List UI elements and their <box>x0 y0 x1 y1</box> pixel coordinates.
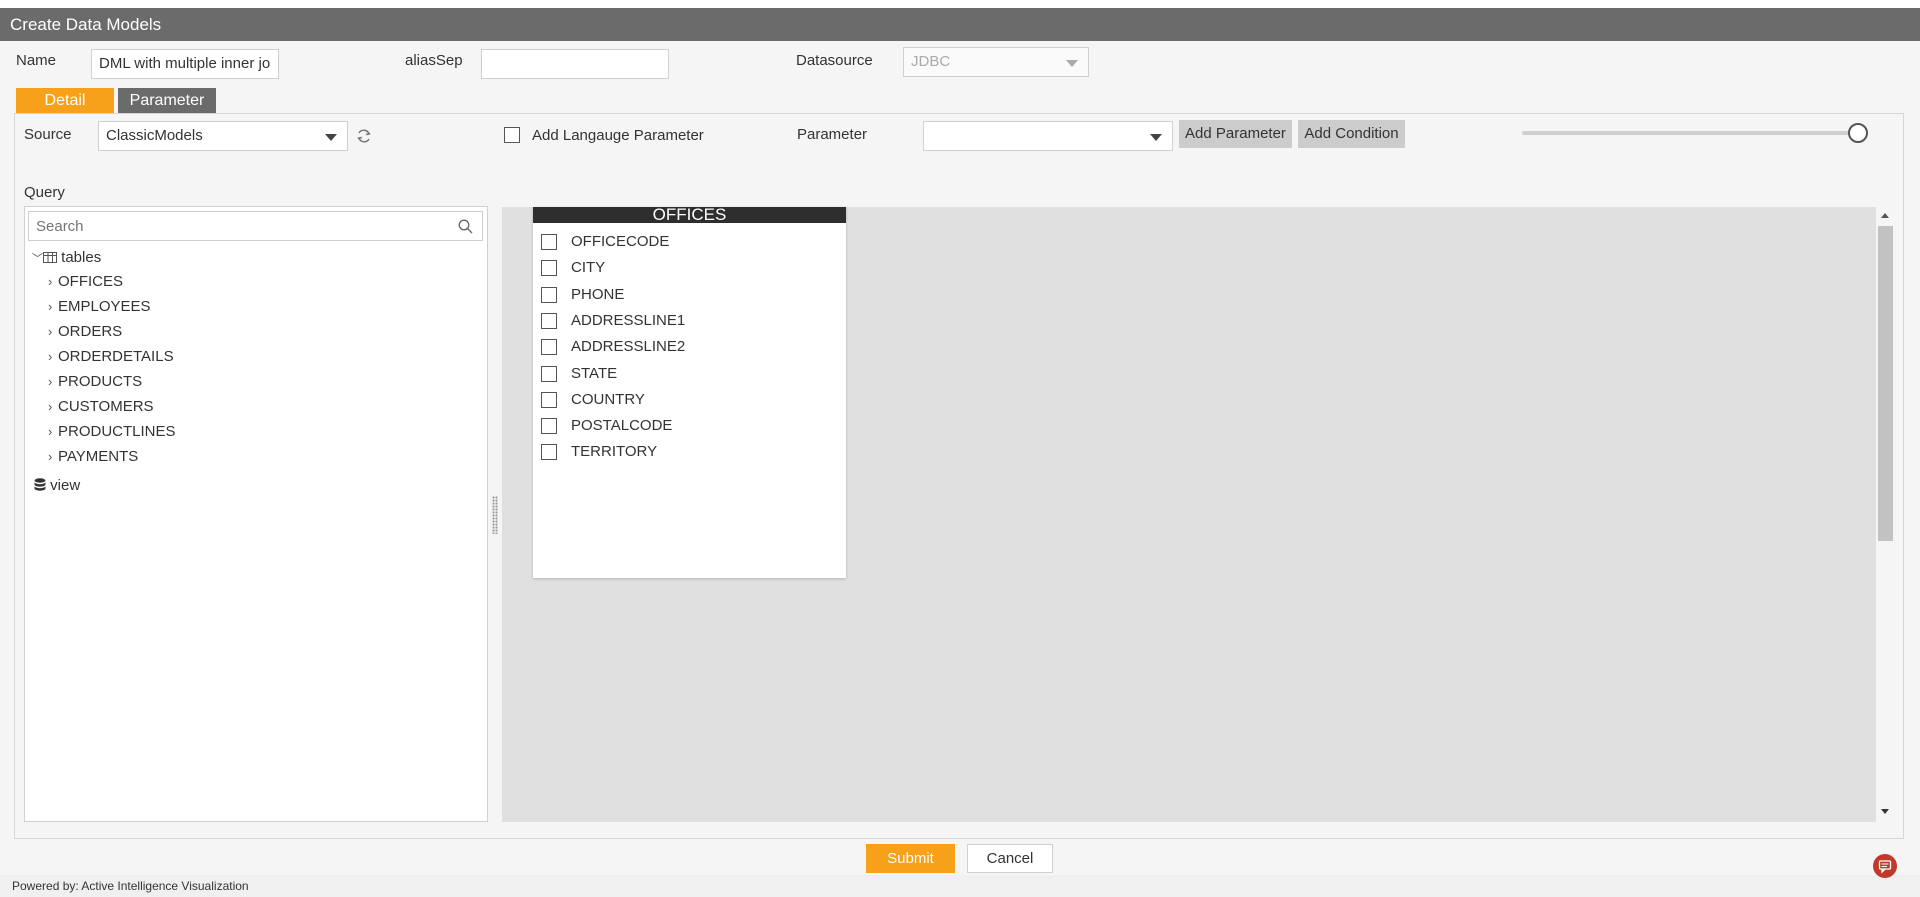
column-checkbox[interactable] <box>541 339 557 356</box>
tree-item-label: ORDERS <box>58 323 123 340</box>
column-label: STATE <box>571 364 618 382</box>
column-checkbox[interactable] <box>541 286 557 303</box>
add-language-parameter-checkbox[interactable] <box>504 127 520 143</box>
search-input[interactable] <box>29 212 449 240</box>
tree-item-label: CUSTOMERS <box>58 398 154 415</box>
source-select[interactable]: ClassicModels <box>98 121 348 151</box>
database-icon <box>34 478 46 491</box>
column-checkbox[interactable] <box>541 391 557 408</box>
column-checkbox[interactable] <box>541 418 557 435</box>
window-title: Create Data Models <box>10 15 162 34</box>
chevron-right-icon[interactable]: › <box>48 296 58 318</box>
source-label: Source <box>24 126 72 143</box>
tab-parameter[interactable]: Parameter <box>118 88 216 113</box>
zoom-slider-handle[interactable] <box>1848 123 1868 143</box>
source-value: ClassicModels <box>106 127 203 144</box>
add-condition-button[interactable]: Add Condition <box>1298 120 1405 148</box>
footer: Powered by: Active Intelligence Visualiz… <box>0 875 1920 897</box>
submit-button[interactable]: Submit <box>866 844 955 873</box>
tree-item-label: PRODUCTS <box>58 373 143 390</box>
column-checkbox[interactable] <box>541 312 557 329</box>
tree-item[interactable]: › PRODUCTS <box>48 371 142 393</box>
tree-item[interactable]: › CUSTOMERS <box>48 396 154 418</box>
tree-item[interactable]: › OFFICES <box>48 271 123 293</box>
chevron-down-icon: ﹀ <box>32 253 43 265</box>
table-card-title[interactable]: OFFICES <box>533 207 846 223</box>
column-checkbox[interactable] <box>541 365 557 382</box>
cancel-button[interactable]: Cancel <box>967 844 1053 873</box>
tab-detail[interactable]: Detail <box>16 88 114 113</box>
column-label: ADDRESSLINE1 <box>571 311 686 329</box>
column-checkbox[interactable] <box>541 234 557 250</box>
search-box[interactable] <box>28 211 483 241</box>
chat-icon[interactable] <box>1873 854 1897 878</box>
aliassep-input[interactable] <box>481 49 669 79</box>
column-checkbox[interactable] <box>541 260 557 277</box>
chevron-right-icon[interactable]: › <box>48 346 58 368</box>
tree-item-label: EMPLOYEES <box>58 298 151 315</box>
tree-item-label: OFFICES <box>58 273 124 290</box>
vertical-scrollbar[interactable] <box>1876 207 1895 822</box>
column-label: PHONE <box>571 285 625 303</box>
column-label: CITY <box>571 259 606 277</box>
datasource-label: Datasource <box>796 52 873 69</box>
name-input[interactable]: DML with multiple inner jo <box>91 49 279 79</box>
chevron-down-icon <box>1066 60 1078 67</box>
name-label: Name <box>16 52 57 69</box>
chevron-right-icon[interactable]: › <box>48 321 58 343</box>
tree-item-label: ORDERDETAILS <box>58 348 174 365</box>
column-checkbox[interactable] <box>541 444 557 461</box>
tab-parameter-label: Parameter <box>129 92 205 109</box>
scrollbar-thumb[interactable] <box>1878 226 1893 541</box>
datasource-value: JDBC <box>911 53 951 70</box>
query-label: Query <box>24 184 65 201</box>
tree-item[interactable]: › EMPLOYEES <box>48 296 151 318</box>
table-icon <box>43 252 57 263</box>
tab-detail-label: Detail <box>44 92 86 109</box>
chevron-right-icon[interactable]: › <box>48 421 58 443</box>
tree-root-view[interactable]: view <box>34 475 80 497</box>
parameter-label: Parameter <box>797 126 868 143</box>
search-icon[interactable] <box>458 219 473 234</box>
tree-item-label: PAYMENTS <box>58 448 139 465</box>
tree-root-tables[interactable]: ﹀ tables <box>32 247 101 269</box>
scroll-down-arrow-icon[interactable] <box>1881 809 1889 814</box>
tree-root-label: tables <box>61 249 102 266</box>
add-parameter-button[interactable]: Add Parameter <box>1179 120 1292 148</box>
chevron-down-icon <box>325 134 337 141</box>
tree-item[interactable]: › ORDERS <box>48 321 122 343</box>
table-card-offices[interactable]: OFFICES OFFICECODE CITY PHONE ADDRESSLINE1 A… <box>533 207 846 578</box>
zoom-slider-track[interactable] <box>1522 131 1858 135</box>
tree-item[interactable]: › PAYMENTS <box>48 446 138 468</box>
splitter-handle[interactable] <box>492 496 498 534</box>
tree-view-label: view <box>50 477 81 494</box>
chevron-right-icon[interactable]: › <box>48 446 58 468</box>
chevron-down-icon <box>1150 134 1162 141</box>
column-label: COUNTRY <box>571 390 645 408</box>
chevron-right-icon[interactable]: › <box>48 396 58 418</box>
column-label: ADDRESSLINE2 <box>571 338 686 356</box>
powered-by-text: Powered by: Active Intelligence Visualiz… <box>12 879 249 893</box>
title-bar: Create Data Models <box>0 8 1920 41</box>
tree-item[interactable]: › PRODUCTLINES <box>48 421 176 443</box>
parameter-select[interactable] <box>923 121 1173 151</box>
column-label: TERRITORY <box>571 443 658 461</box>
chevron-right-icon[interactable]: › <box>48 271 58 293</box>
column-label: OFFICECODE <box>571 233 670 250</box>
add-language-parameter-label: Add Langauge Parameter <box>532 127 704 144</box>
datasource-select[interactable]: JDBC <box>903 47 1089 77</box>
chevron-right-icon[interactable]: › <box>48 371 58 393</box>
tree-item[interactable]: › ORDERDETAILS <box>48 346 174 368</box>
aliassep-label: aliasSep <box>405 52 463 69</box>
column-label: POSTALCODE <box>571 417 673 435</box>
tree-item-label: PRODUCTLINES <box>58 423 176 440</box>
scroll-up-arrow-icon[interactable] <box>1881 213 1889 218</box>
refresh-icon[interactable] <box>355 127 373 145</box>
